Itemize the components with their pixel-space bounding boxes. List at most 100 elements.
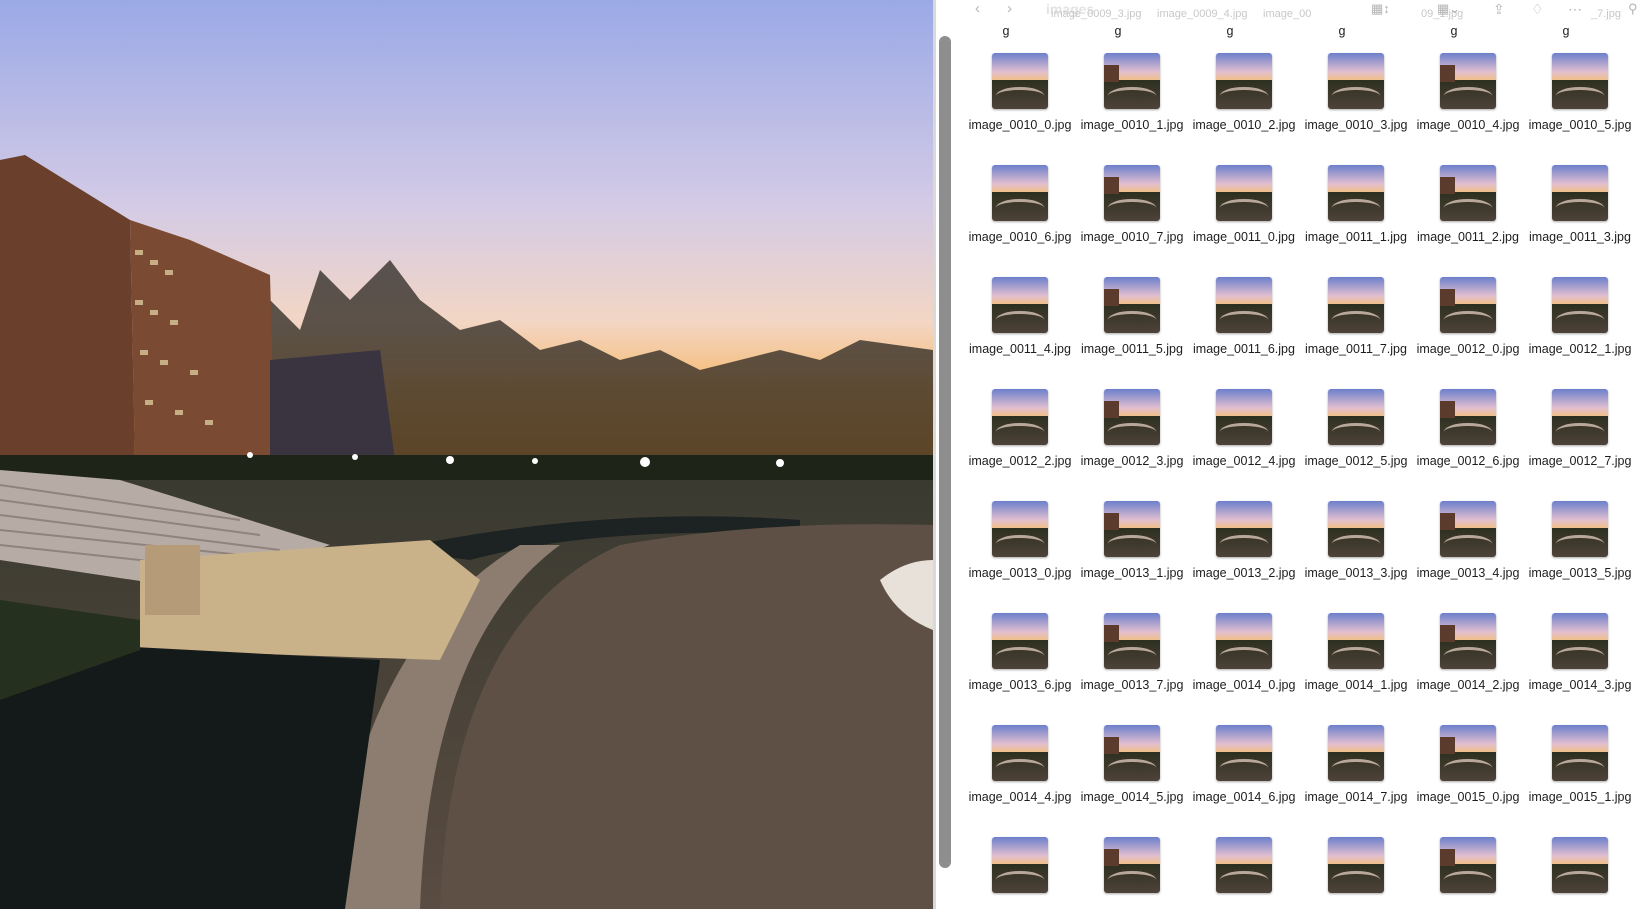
file-name[interactable]: image_0015_0.jpg: [1413, 789, 1523, 805]
file-thumbnail[interactable]: [1216, 613, 1272, 669]
file-thumbnail[interactable]: [1328, 501, 1384, 557]
file-thumbnail[interactable]: [992, 389, 1048, 445]
file-thumbnail[interactable]: [992, 501, 1048, 557]
file-name[interactable]: image_0014_7.jpg: [1301, 789, 1411, 805]
file-name[interactable]: image_0010_4.jpg: [1413, 117, 1523, 133]
file-thumbnail[interactable]: [1440, 613, 1496, 669]
file-thumbnail[interactable]: [1216, 277, 1272, 333]
file-name[interactable]: image_0012_1.jpg: [1525, 341, 1635, 357]
file-name[interactable]: image_0013_3.jpg: [1301, 565, 1411, 581]
file-name[interactable]: image_0010_5.jpg: [1525, 117, 1635, 133]
file-name[interactable]: image_0011_7.jpg: [1301, 341, 1411, 357]
file-thumbnail[interactable]: [1552, 725, 1608, 781]
file-name[interactable]: image_0015_1.jpg: [1525, 789, 1635, 805]
file-thumbnail[interactable]: [1328, 165, 1384, 221]
file-name[interactable]: image_0012_5.jpg: [1301, 453, 1411, 469]
file-thumbnail[interactable]: [1440, 389, 1496, 445]
file-name[interactable]: image_0011_2.jpg: [1413, 229, 1523, 245]
file-thumbnail[interactable]: [992, 53, 1048, 109]
file-name[interactable]: image_0013_0.jpg: [965, 565, 1075, 581]
file-name[interactable]: image_0014_3.jpg: [1525, 677, 1635, 693]
file-name[interactable]: image_0014_2.jpg: [1413, 677, 1523, 693]
file-name[interactable]: image_0010_7.jpg: [1077, 229, 1187, 245]
file-name[interactable]: image_0011_4.jpg: [965, 341, 1075, 357]
file-thumbnail[interactable]: [1328, 613, 1384, 669]
file-name[interactable]: image_0012_7.jpg: [1525, 453, 1635, 469]
file-name[interactable]: image_0013_5.jpg: [1525, 565, 1635, 581]
file-thumbnail[interactable]: [1104, 53, 1160, 109]
file-name[interactable]: image_0011_5.jpg: [1077, 341, 1187, 357]
search-icon[interactable]: ⚲: [1628, 0, 1638, 20]
file-thumbnail[interactable]: [1552, 501, 1608, 557]
file-name[interactable]: image_0012_6.jpg: [1413, 453, 1523, 469]
file-name[interactable]: image_0014_4.jpg: [965, 789, 1075, 805]
file-thumbnail[interactable]: [1216, 725, 1272, 781]
file-name[interactable]: image_0013_6.jpg: [965, 677, 1075, 693]
file-thumbnail[interactable]: [992, 277, 1048, 333]
file-thumbnail[interactable]: [1216, 837, 1272, 893]
file-name[interactable]: image_0014_5.jpg: [1077, 789, 1187, 805]
file-thumbnail[interactable]: [1440, 165, 1496, 221]
file-name[interactable]: image_0012_0.jpg: [1413, 341, 1523, 357]
grid-view-icon[interactable]: ▦↕: [1371, 0, 1390, 20]
file-name[interactable]: image_0011_3.jpg: [1525, 229, 1635, 245]
file-name[interactable]: image_0013_7.jpg: [1077, 677, 1187, 693]
group-icon[interactable]: ▦⌄: [1437, 0, 1460, 20]
file-thumbnail[interactable]: [992, 725, 1048, 781]
file-thumbnail[interactable]: [1552, 389, 1608, 445]
share-icon[interactable]: ⇪: [1493, 0, 1505, 20]
file-thumbnail[interactable]: [1104, 501, 1160, 557]
file-thumbnail[interactable]: [1104, 277, 1160, 333]
file-thumbnail[interactable]: [1552, 165, 1608, 221]
file-thumbnail[interactable]: [1104, 613, 1160, 669]
file-thumbnail[interactable]: [1552, 837, 1608, 893]
chevron-right-icon[interactable]: ›: [1007, 0, 1012, 20]
file-thumbnail[interactable]: [1440, 725, 1496, 781]
file-thumbnail[interactable]: [1552, 277, 1608, 333]
file-name[interactable]: image_0012_4.jpg: [1189, 453, 1299, 469]
file-name[interactable]: image_0013_2.jpg: [1189, 565, 1299, 581]
file-name[interactable]: image_0010_1.jpg: [1077, 117, 1187, 133]
file-thumbnail[interactable]: [1104, 389, 1160, 445]
file-thumbnail[interactable]: [1328, 725, 1384, 781]
file-thumbnail[interactable]: [1104, 837, 1160, 893]
file-thumbnail[interactable]: [1216, 53, 1272, 109]
file-grid: image_0010_0.jpg image_0010_1.jpg image_00…: [0, 0, 1645, 909]
file-name[interactable]: image_0014_1.jpg: [1301, 677, 1411, 693]
chevron-left-icon[interactable]: ‹: [975, 0, 980, 20]
file-thumbnail[interactable]: [1216, 501, 1272, 557]
file-thumbnail[interactable]: [1216, 389, 1272, 445]
file-thumbnail[interactable]: [992, 613, 1048, 669]
file-name[interactable]: image_0012_3.jpg: [1077, 453, 1187, 469]
file-name[interactable]: image_0011_6.jpg: [1189, 341, 1299, 357]
file-name[interactable]: image_0010_2.jpg: [1189, 117, 1299, 133]
file-name[interactable]: image_0011_1.jpg: [1301, 229, 1411, 245]
file-thumbnail[interactable]: [1104, 725, 1160, 781]
more-icon[interactable]: ⋯: [1568, 0, 1582, 20]
file-name[interactable]: image_0013_1.jpg: [1077, 565, 1187, 581]
file-name[interactable]: image_0013_4.jpg: [1413, 565, 1523, 581]
file-thumbnail[interactable]: [1328, 389, 1384, 445]
file-name[interactable]: image_0010_6.jpg: [965, 229, 1075, 245]
file-thumbnail[interactable]: [1216, 165, 1272, 221]
file-thumbnail[interactable]: [1328, 53, 1384, 109]
file-thumbnail[interactable]: [1440, 53, 1496, 109]
file-thumbnail[interactable]: [992, 165, 1048, 221]
file-thumbnail[interactable]: [1440, 501, 1496, 557]
file-thumbnail[interactable]: [1328, 837, 1384, 893]
file-name[interactable]: image_0011_0.jpg: [1189, 229, 1299, 245]
tag-icon[interactable]: ♢: [1531, 0, 1544, 20]
file-thumbnail[interactable]: [1104, 165, 1160, 221]
ghost-label: image_0009_4.jpg: [1157, 8, 1248, 20]
file-name[interactable]: image_0010_0.jpg: [965, 117, 1075, 133]
file-name[interactable]: image_0010_3.jpg: [1301, 117, 1411, 133]
file-thumbnail[interactable]: [992, 837, 1048, 893]
file-thumbnail[interactable]: [1552, 613, 1608, 669]
file-thumbnail[interactable]: [1552, 53, 1608, 109]
file-name[interactable]: image_0012_2.jpg: [965, 453, 1075, 469]
file-thumbnail[interactable]: [1440, 837, 1496, 893]
file-name[interactable]: image_0014_0.jpg: [1189, 677, 1299, 693]
file-thumbnail[interactable]: [1440, 277, 1496, 333]
file-thumbnail[interactable]: [1328, 277, 1384, 333]
file-name[interactable]: image_0014_6.jpg: [1189, 789, 1299, 805]
